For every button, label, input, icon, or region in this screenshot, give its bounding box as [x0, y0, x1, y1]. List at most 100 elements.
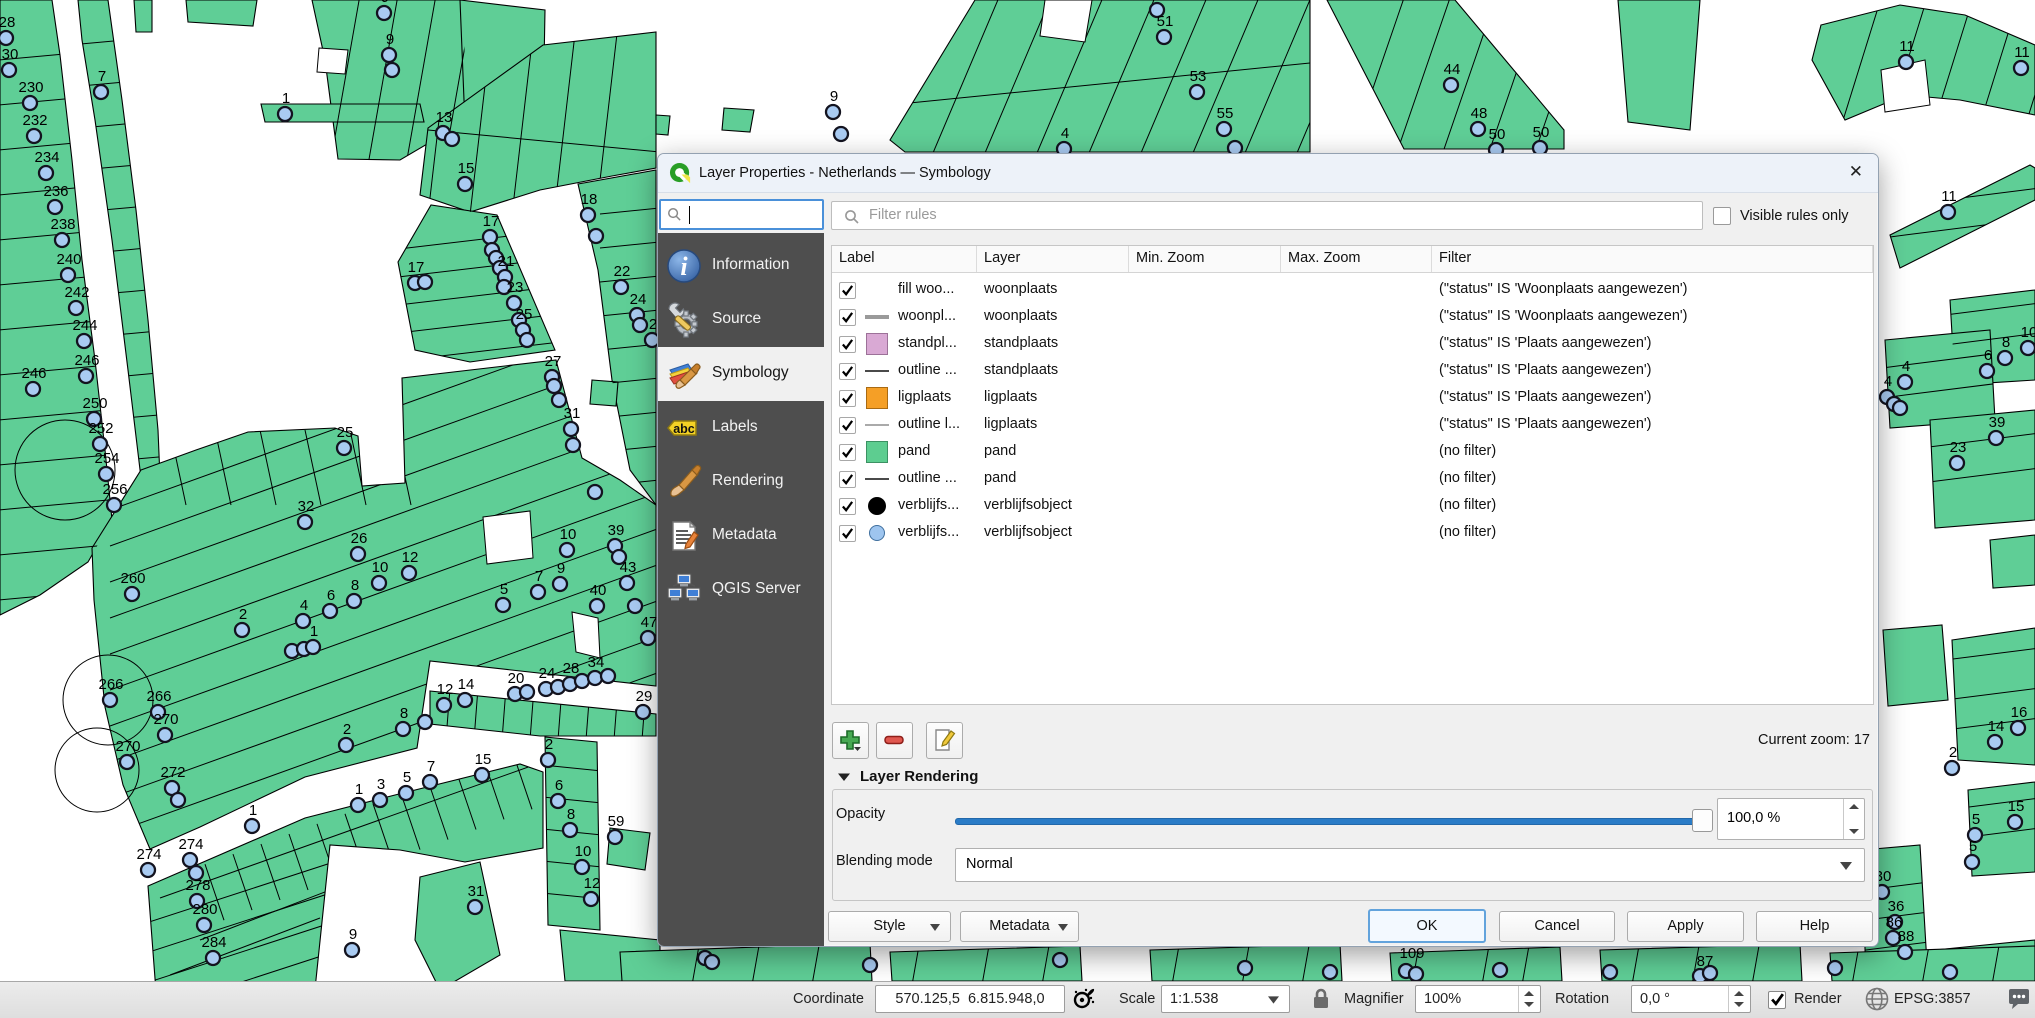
svg-text:4: 4 [1902, 358, 1910, 375]
svg-text:39: 39 [608, 522, 625, 539]
svg-text:250: 250 [82, 395, 107, 412]
svg-text:256: 256 [102, 481, 127, 498]
svg-text:252: 252 [88, 420, 113, 437]
svg-text:48: 48 [1471, 105, 1488, 122]
svg-text:7: 7 [98, 68, 106, 85]
svg-text:236: 236 [43, 183, 68, 200]
svg-text:39: 39 [1989, 414, 2006, 431]
svg-text:9: 9 [830, 88, 838, 105]
svg-text:246: 246 [21, 365, 46, 382]
svg-text:1: 1 [310, 623, 318, 640]
svg-text:17: 17 [483, 213, 500, 230]
svg-text:10: 10 [560, 526, 577, 543]
svg-text:3: 3 [377, 776, 385, 793]
svg-text:13: 13 [436, 109, 453, 126]
svg-text:43: 43 [620, 559, 637, 576]
svg-text:5: 5 [403, 769, 411, 786]
svg-text:1: 1 [282, 90, 290, 107]
svg-text:15: 15 [475, 751, 492, 768]
svg-text:278: 278 [185, 877, 210, 894]
svg-text:40: 40 [590, 582, 607, 599]
svg-text:50: 50 [1489, 126, 1506, 143]
svg-text:234: 234 [34, 149, 59, 166]
svg-text:88: 88 [1898, 928, 1915, 945]
svg-text:274: 274 [136, 846, 161, 863]
svg-text:272: 272 [160, 764, 185, 781]
svg-text:232: 232 [22, 112, 47, 129]
svg-text:10: 10 [575, 843, 592, 860]
svg-text:244: 244 [72, 317, 97, 334]
svg-text:25: 25 [337, 424, 354, 441]
svg-text:25: 25 [516, 306, 533, 323]
svg-text:50: 50 [1533, 124, 1550, 141]
svg-text:23: 23 [507, 279, 524, 296]
svg-text:36: 36 [1888, 898, 1905, 915]
svg-text:14: 14 [458, 676, 475, 693]
svg-text:30: 30 [2, 46, 19, 63]
svg-text:2: 2 [239, 606, 247, 623]
svg-text:254: 254 [94, 450, 119, 467]
svg-text:12: 12 [402, 549, 419, 566]
svg-text:9: 9 [557, 560, 565, 577]
svg-text:44: 44 [1444, 61, 1461, 78]
svg-text:32: 32 [298, 498, 315, 515]
svg-text:51: 51 [1157, 13, 1174, 30]
svg-text:11: 11 [2014, 44, 2030, 61]
svg-text:8: 8 [567, 806, 575, 823]
svg-text:10: 10 [2021, 324, 2035, 341]
svg-text:7: 7 [535, 568, 543, 585]
svg-text:6: 6 [555, 777, 563, 794]
svg-text:22: 22 [614, 263, 631, 280]
svg-text:5: 5 [500, 581, 508, 598]
svg-text:4: 4 [300, 597, 308, 614]
svg-text:4: 4 [1884, 373, 1892, 390]
svg-text:9: 9 [381, 0, 389, 6]
svg-text:24: 24 [630, 291, 647, 308]
svg-text:266: 266 [146, 688, 171, 705]
svg-text:17: 17 [408, 259, 425, 276]
svg-text:8: 8 [351, 577, 359, 594]
svg-text:2: 2 [343, 721, 351, 738]
svg-text:2: 2 [1949, 744, 1957, 761]
svg-text:240: 240 [56, 251, 81, 268]
svg-text:20: 20 [508, 670, 525, 687]
svg-text:2: 2 [545, 736, 553, 753]
svg-text:16: 16 [2011, 704, 2028, 721]
svg-text:24: 24 [539, 665, 556, 682]
svg-text:11: 11 [1941, 188, 1957, 205]
svg-text:29: 29 [636, 688, 653, 705]
svg-text:18: 18 [581, 191, 598, 208]
svg-text:242: 242 [64, 284, 89, 301]
svg-text:284: 284 [201, 934, 226, 951]
svg-text:246: 246 [74, 352, 99, 369]
svg-text:55: 55 [1217, 105, 1234, 122]
svg-text:53: 53 [1190, 68, 1207, 85]
svg-text:8: 8 [400, 705, 408, 722]
svg-text:12: 12 [584, 875, 601, 892]
svg-text:260: 260 [120, 570, 145, 587]
svg-text:280: 280 [192, 901, 217, 918]
svg-text:34: 34 [588, 654, 605, 671]
svg-text:31: 31 [468, 883, 485, 900]
svg-text:15: 15 [2008, 798, 2025, 815]
svg-text:266: 266 [98, 676, 123, 693]
svg-text:11: 11 [1899, 38, 1915, 55]
svg-text:270: 270 [153, 711, 178, 728]
svg-text:274: 274 [178, 836, 203, 853]
svg-text:14: 14 [1988, 718, 2005, 735]
svg-text:28: 28 [563, 660, 580, 677]
svg-text:15: 15 [458, 160, 475, 177]
svg-text:47: 47 [641, 614, 658, 631]
svg-text:21: 21 [498, 253, 515, 270]
svg-text:12: 12 [437, 681, 454, 698]
svg-text:87: 87 [1697, 953, 1714, 970]
svg-text:31: 31 [564, 405, 581, 422]
svg-text:9: 9 [386, 31, 394, 48]
svg-text:26: 26 [351, 530, 368, 547]
svg-text:1: 1 [249, 802, 257, 819]
svg-text:5: 5 [1972, 811, 1980, 828]
svg-text:28: 28 [0, 14, 15, 31]
svg-text:230: 230 [18, 79, 43, 96]
svg-text:270: 270 [115, 738, 140, 755]
svg-text:2: 2 [649, 316, 657, 333]
